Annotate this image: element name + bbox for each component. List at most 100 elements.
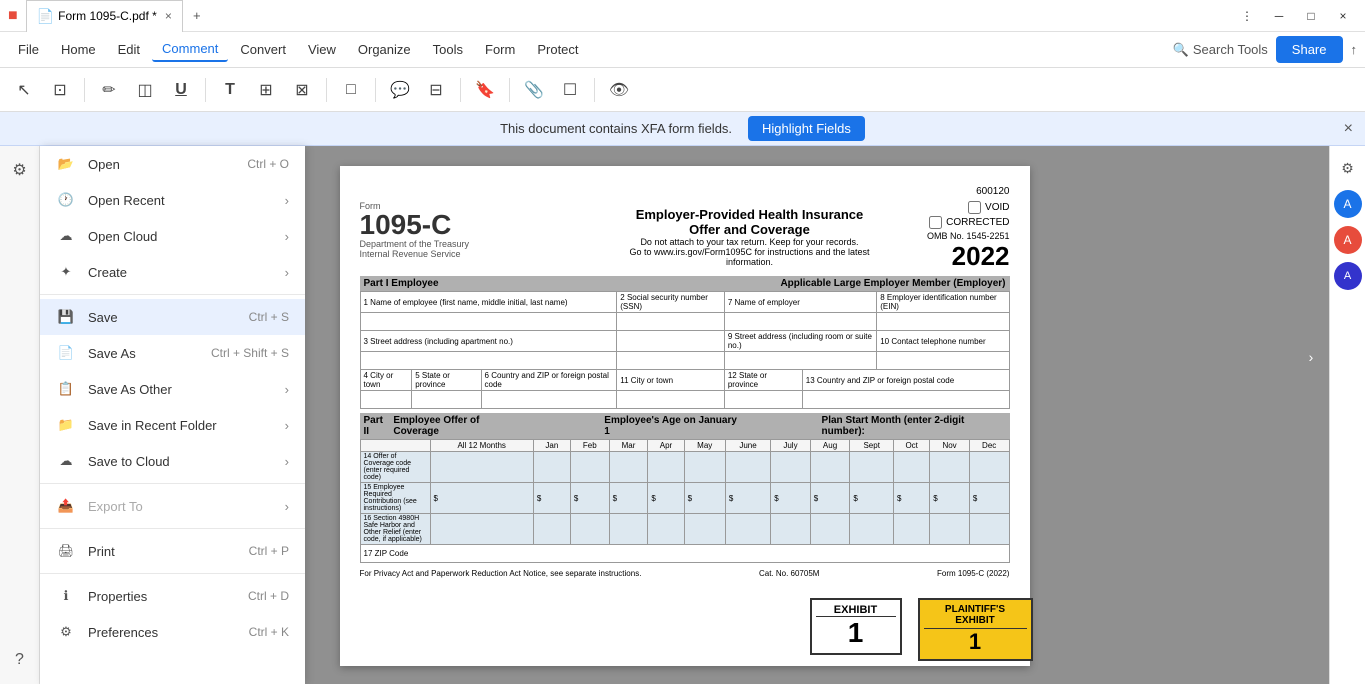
maximize-window-btn[interactable]: □ bbox=[1297, 2, 1325, 30]
part1-header: Part I Employee Applicable Large Employe… bbox=[360, 276, 1010, 291]
menu-open-item[interactable]: 📂 Open Ctrl + O bbox=[40, 146, 305, 182]
row14-nov bbox=[930, 452, 970, 483]
menu-edit[interactable]: Edit bbox=[108, 38, 150, 61]
menu-protect[interactable]: Protect bbox=[527, 38, 588, 61]
right-panel-settings-icon[interactable]: ⚙ bbox=[1334, 154, 1362, 182]
menu-tools[interactable]: Tools bbox=[423, 38, 473, 61]
field-7-val bbox=[724, 313, 876, 331]
row15-aug: $ bbox=[810, 483, 850, 514]
menu-save-as-other-item[interactable]: 📋 Save As Other › bbox=[40, 371, 305, 407]
menu-print-item[interactable]: 🖨 Print Ctrl + P bbox=[40, 533, 305, 569]
save-as-other-icon: 📋 bbox=[56, 379, 76, 399]
menu-view[interactable]: View bbox=[298, 38, 346, 61]
menu-right-area: 🔍 Search Tools Share ↑ bbox=[1173, 36, 1357, 63]
notification-close-btn[interactable]: × bbox=[1344, 120, 1353, 138]
field-9-val bbox=[724, 352, 876, 370]
open-recent-icon: 🕐 bbox=[56, 190, 76, 210]
close-window-btn[interactable]: × bbox=[1329, 2, 1357, 30]
save-recent-arrow: › bbox=[285, 418, 289, 433]
row16-mar bbox=[609, 514, 648, 545]
eye-tool-btn[interactable]: 👁 bbox=[603, 74, 635, 106]
menu-organize[interactable]: Organize bbox=[348, 38, 421, 61]
save-as-other-label: Save As Other bbox=[88, 382, 273, 397]
menu-properties-item[interactable]: ℹ Properties Ctrl + D bbox=[40, 578, 305, 614]
dept-label: Department of the Treasury bbox=[360, 239, 620, 249]
corrected-checkbox[interactable] bbox=[929, 216, 942, 229]
exhibit-2-stamp[interactable]: PLAINTIFF'S EXHIBIT 1 bbox=[918, 598, 1033, 661]
new-tab-btn[interactable]: + bbox=[183, 2, 211, 30]
search-tools-btn[interactable]: 🔍 Search Tools bbox=[1173, 42, 1268, 58]
menu-save-to-cloud-item[interactable]: ☁ Save to Cloud › bbox=[40, 443, 305, 479]
tab-close-btn[interactable]: × bbox=[165, 9, 172, 23]
menu-comment[interactable]: Comment bbox=[152, 37, 228, 62]
measure-tool-btn[interactable]: ⊟ bbox=[420, 74, 452, 106]
select-tool-btn[interactable]: ⊡ bbox=[44, 74, 76, 106]
footer-cat: Cat. No. 60705M bbox=[759, 569, 819, 578]
menu-save-as-item[interactable]: 📄 Save As Ctrl + Shift + S bbox=[40, 335, 305, 371]
note-tool-btn[interactable]: ☐ bbox=[554, 74, 586, 106]
avatar-icon[interactable]: A bbox=[1334, 190, 1362, 218]
row15-nov: $ bbox=[930, 483, 970, 514]
row16-jun bbox=[725, 514, 770, 545]
upload-icon[interactable]: ↑ bbox=[1351, 42, 1358, 57]
menu-export-item: 📤 Export To › bbox=[40, 488, 305, 524]
print-shortcut: Ctrl + P bbox=[249, 544, 289, 558]
part1-title: Employee bbox=[391, 278, 438, 289]
save-cloud-arrow: › bbox=[285, 454, 289, 469]
menu-open-cloud-item[interactable]: ☁ Open Cloud › bbox=[40, 218, 305, 254]
corrected-row: CORRECTED bbox=[880, 216, 1010, 229]
exhibit-1-stamp[interactable]: EXHIBIT 1 bbox=[810, 598, 902, 655]
menu-save-in-recent-item[interactable]: 📁 Save in Recent Folder › bbox=[40, 407, 305, 443]
row16-nov bbox=[930, 514, 970, 545]
user-avatar-icon[interactable]: A bbox=[1334, 226, 1362, 254]
second-avatar-icon[interactable]: A bbox=[1334, 262, 1362, 290]
month-may: May bbox=[684, 440, 725, 452]
menu-convert[interactable]: Convert bbox=[230, 38, 296, 61]
text-tool-btn[interactable]: T bbox=[214, 74, 246, 106]
part1-right: Applicable Large Employer Member (Employ… bbox=[780, 278, 1005, 289]
eraser-tool-btn[interactable]: ◫ bbox=[129, 74, 161, 106]
exhibit1-num: 1 bbox=[816, 617, 896, 649]
underline-tool-btn[interactable]: U bbox=[165, 74, 197, 106]
next-page-btn[interactable]: › bbox=[1301, 342, 1321, 372]
highlight-fields-btn[interactable]: Highlight Fields bbox=[748, 116, 865, 141]
pen-tool-btn[interactable]: ✏ bbox=[93, 74, 125, 106]
attach-tool-btn[interactable]: 📎 bbox=[518, 74, 550, 106]
pdf-page: 600120 Form 1095-C Department of the Tre… bbox=[340, 166, 1030, 666]
sidebar-settings-icon[interactable]: ⚙ bbox=[4, 154, 36, 186]
save-cloud-label: Save to Cloud bbox=[88, 454, 273, 469]
menu-home[interactable]: Home bbox=[51, 38, 106, 61]
row15-apr: $ bbox=[648, 483, 684, 514]
toolbar-separator-5 bbox=[460, 78, 461, 102]
menu-file[interactable]: File bbox=[8, 38, 49, 61]
month-jul: July bbox=[771, 440, 811, 452]
row15-feb: $ bbox=[570, 483, 609, 514]
form-title: Employer-Provided Health Insurance Offer… bbox=[620, 207, 880, 237]
irs-label: Internal Revenue Service bbox=[360, 249, 620, 259]
menu-save-item[interactable]: 💾 Save Ctrl + S bbox=[40, 299, 305, 335]
app-icon: ■ bbox=[8, 7, 18, 25]
menu-form[interactable]: Form bbox=[475, 38, 525, 61]
field-7: 7 Name of employer bbox=[724, 292, 876, 313]
row15-dec: $ bbox=[969, 483, 1009, 514]
preferences-shortcut: Ctrl + K bbox=[249, 625, 289, 639]
textbox-tool-btn[interactable]: ⊞ bbox=[250, 74, 282, 106]
callout-tool-btn[interactable]: ⊠ bbox=[286, 74, 318, 106]
separator-1 bbox=[40, 294, 305, 295]
cursor-tool-btn[interactable]: ↖ bbox=[8, 74, 40, 106]
minimize-window-btn[interactable]: ─ bbox=[1265, 2, 1293, 30]
menu-open-recent-item[interactable]: 🕐 Open Recent › bbox=[40, 182, 305, 218]
comment-tool-btn[interactable]: 💬 bbox=[384, 74, 416, 106]
field-12-val bbox=[724, 391, 802, 409]
active-tab[interactable]: 📄 Form 1095-C.pdf * × bbox=[26, 0, 183, 32]
browser-menu-btn[interactable]: ⋮ bbox=[1233, 2, 1261, 30]
share-button[interactable]: Share bbox=[1276, 36, 1343, 63]
sidebar-help-icon[interactable]: ? bbox=[4, 644, 36, 676]
field-8: 8 Employer identification number (EIN) bbox=[877, 292, 1009, 313]
void-checkbox[interactable] bbox=[968, 201, 981, 214]
row14-jun bbox=[725, 452, 770, 483]
menu-create-item[interactable]: ✦ Create › bbox=[40, 254, 305, 290]
menu-preferences-item[interactable]: ⚙ Preferences Ctrl + K bbox=[40, 614, 305, 650]
shapes-tool-btn[interactable]: □ bbox=[335, 74, 367, 106]
stamp-tool-btn[interactable]: 🔖 bbox=[469, 74, 501, 106]
